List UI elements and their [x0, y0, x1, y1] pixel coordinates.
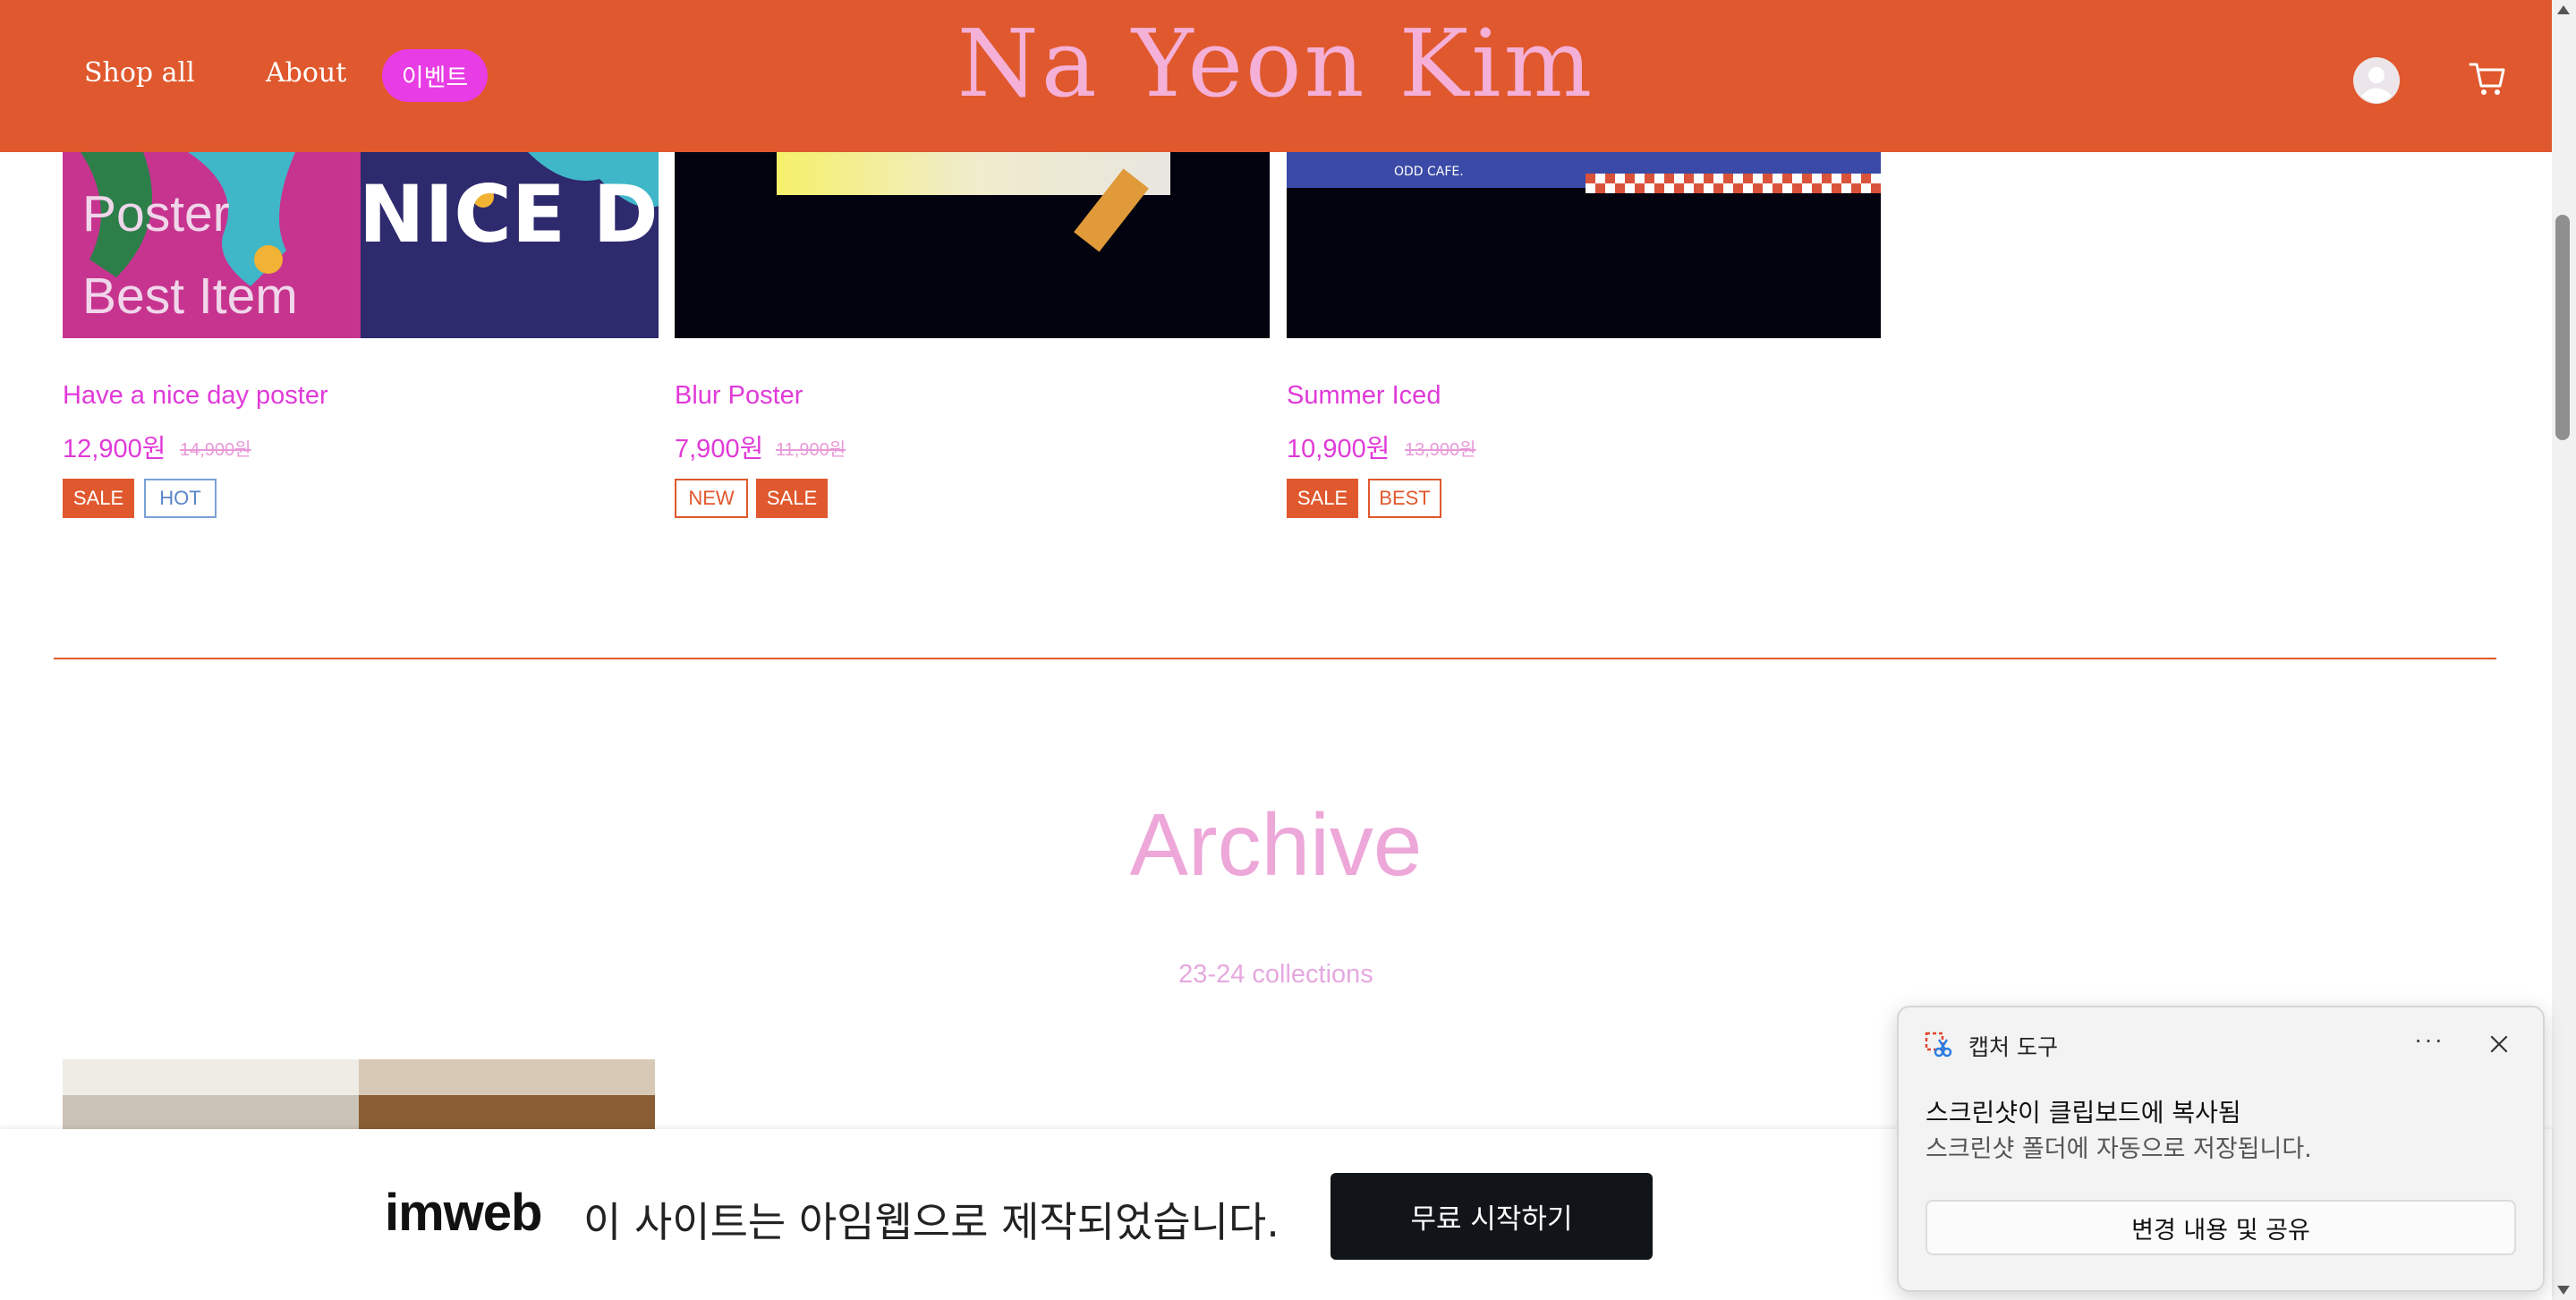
- poster-art-text: NICE DAY: [359, 168, 659, 260]
- archive-subtitle: 23-24 collections: [1178, 960, 1373, 989]
- more-options-icon[interactable]: ···: [2414, 1025, 2444, 1054]
- blur-poster-artwork: [675, 152, 1270, 338]
- archive-item-image[interactable]: [63, 1059, 655, 1131]
- snipping-tool-icon: [1925, 1032, 1952, 1058]
- toast-body: 스크린샷 폴더에 자동으로 저장됩니다.: [1926, 1135, 2312, 1163]
- close-icon[interactable]: [2487, 1032, 2511, 1056]
- imweb-start-free-button[interactable]: 무료 시작하기: [1331, 1173, 1653, 1260]
- imweb-logo: imweb: [385, 1184, 542, 1242]
- badge-sale: SALE: [63, 479, 134, 518]
- edit-and-share-button[interactable]: 변경 내용 및 공유: [1926, 1200, 2516, 1255]
- product-name[interactable]: Blur Poster: [675, 381, 803, 411]
- product-name[interactable]: Summer Iced: [1287, 381, 1441, 411]
- product-overlay-tag: Best Item: [82, 268, 298, 325]
- product-image-summer-iced[interactable]: ODD CAFE.: [1287, 152, 1881, 338]
- site-logo[interactable]: Na Yeon Kim: [0, 9, 2552, 118]
- cart-icon[interactable]: [2468, 59, 2507, 98]
- archive-artwork: [63, 1059, 655, 1131]
- page-scrollbar[interactable]: [2552, 0, 2576, 1300]
- user-icon[interactable]: [2353, 57, 2400, 104]
- badge-sale: SALE: [756, 479, 828, 518]
- scrollbar-thumb[interactable]: [2555, 215, 2570, 440]
- section-divider: [54, 658, 2496, 659]
- archive-title: Archive: [1129, 795, 1423, 894]
- badge-sale: SALE: [1287, 479, 1358, 518]
- product-overlay-category: Poster: [82, 185, 230, 242]
- product-price: 7,900원: [675, 435, 764, 463]
- product-image-blur-poster[interactable]: [675, 152, 1270, 338]
- scroll-up-arrow-icon[interactable]: [2557, 5, 2570, 14]
- imweb-banner-text: 이 사이트는 아임웹으로 제작되었습니다.: [583, 1198, 1279, 1246]
- product-old-price: 11,900원: [776, 440, 846, 460]
- site-header: Shop all About 이벤트 Na Yeon Kim: [0, 0, 2552, 152]
- product-price: 10,900원: [1287, 435, 1390, 463]
- scroll-down-arrow-icon[interactable]: [2557, 1286, 2570, 1295]
- checker-pattern: [1586, 174, 1881, 193]
- badge-new: NEW: [675, 479, 748, 518]
- toast-title: 스크린샷이 클립보드에 복사됨: [1926, 1098, 2241, 1127]
- product-name[interactable]: Have a nice day poster: [63, 381, 328, 411]
- product-price: 12,900원: [63, 435, 166, 463]
- product-old-price: 13,900원: [1405, 440, 1476, 460]
- cafe-art-text: ODD CAFE.: [1394, 165, 1464, 179]
- product-old-price: 14,900원: [180, 440, 251, 460]
- summer-iced-artwork: ODD CAFE.: [1287, 152, 1881, 338]
- toast-app-name: 캡처 도구: [1968, 1034, 2058, 1060]
- badge-hot: HOT: [144, 479, 217, 518]
- product-image-nice-day[interactable]: NICE DAY Poster Best Item: [63, 152, 659, 338]
- badge-best: BEST: [1368, 479, 1441, 518]
